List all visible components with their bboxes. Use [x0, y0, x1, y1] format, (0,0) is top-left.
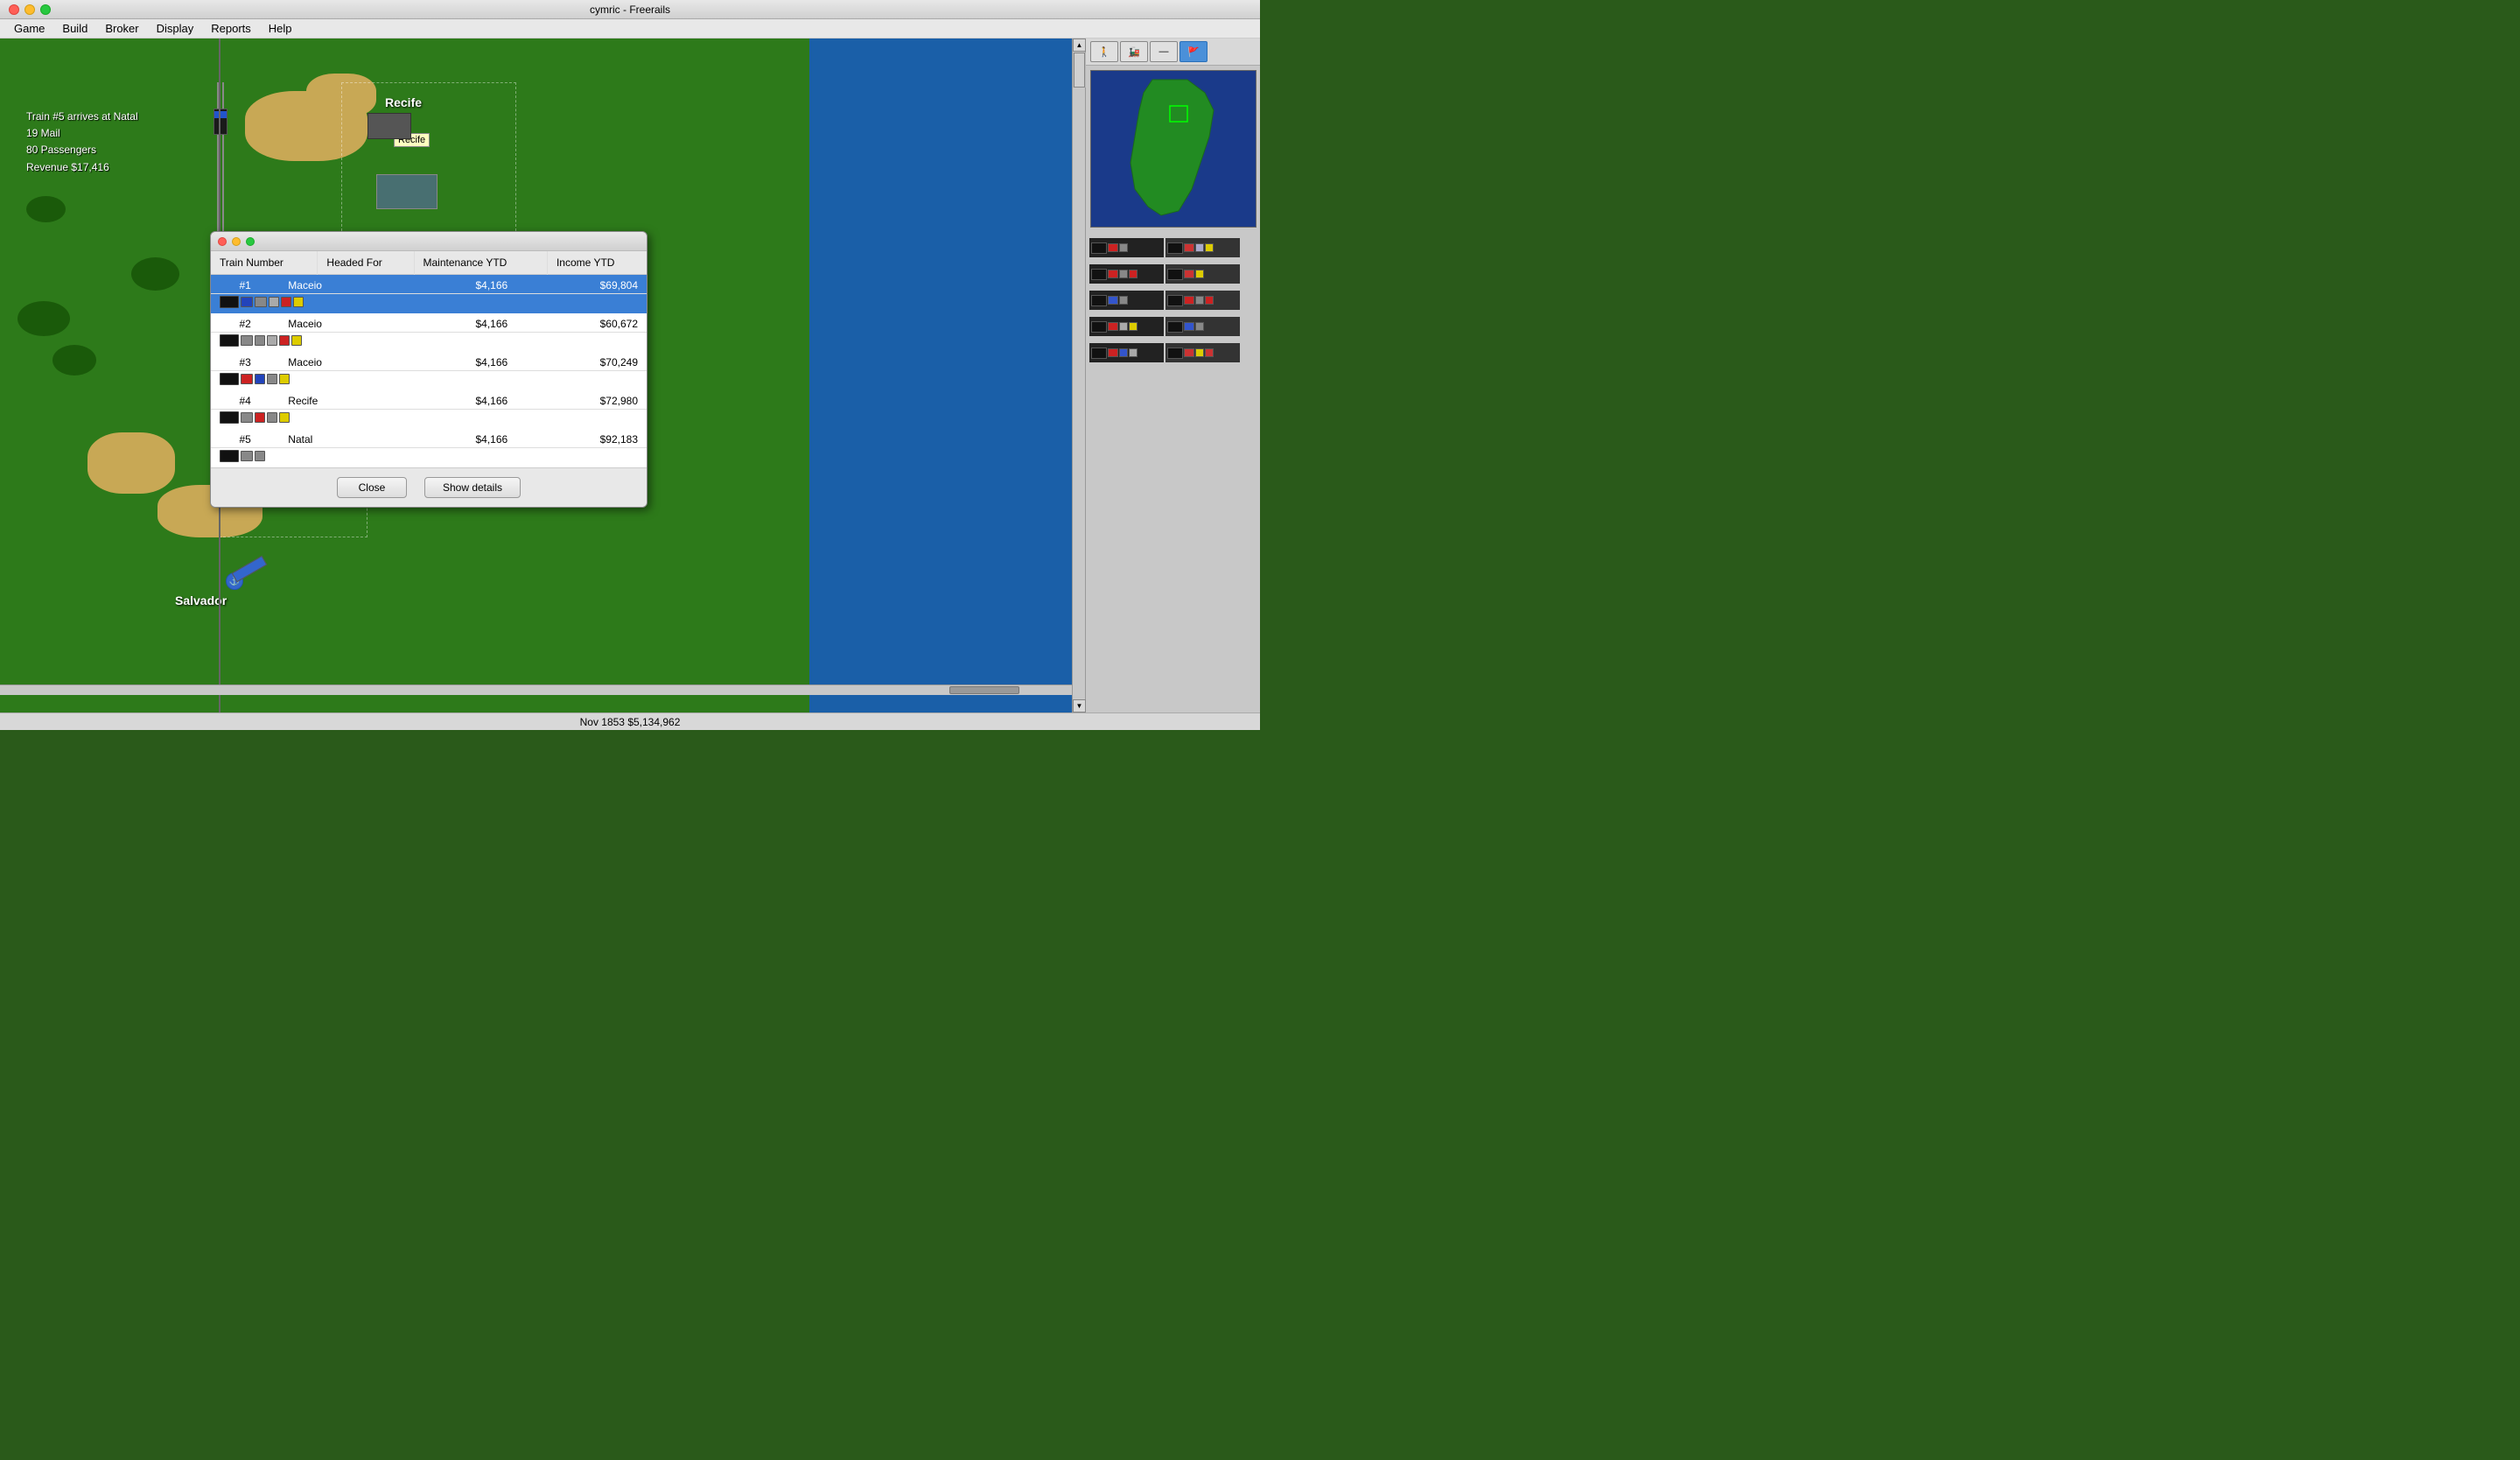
train-thumb-row-4	[1089, 314, 1256, 339]
statusbar: Nov 1853 $5,134,962	[0, 712, 1260, 730]
terrain-forest	[18, 301, 70, 336]
train-thumb-2b	[1166, 264, 1240, 284]
train-table: Train Number Headed For Maintenance YTD …	[211, 251, 647, 275]
minimap-btn-walk[interactable]: 🚶	[1090, 41, 1118, 62]
col-maintenance: Maintenance YTD	[414, 251, 547, 275]
train-thumb-4b	[1166, 317, 1240, 336]
recife-buildings	[368, 113, 411, 139]
dialog-close-light[interactable]	[218, 237, 227, 246]
train-thumb-row-1	[1089, 235, 1256, 260]
col-headed-for: Headed For	[318, 251, 414, 275]
minimap-map	[1109, 75, 1240, 220]
right-panel: 🚶 🚂 — 🚩	[1085, 39, 1260, 712]
minimap-btn-flag[interactable]: 🚩	[1180, 41, 1208, 62]
train-thumb-row-3	[1089, 288, 1256, 312]
train-thumb-5	[1089, 343, 1164, 362]
train-row-3[interactable]: #3 Maceio $4,166 $70,249	[211, 352, 647, 371]
dialog-maximize-light[interactable]	[246, 237, 255, 246]
train-row-4[interactable]: #4 Recife $4,166 $72,980	[211, 390, 647, 410]
col-income: Income YTD	[547, 251, 647, 275]
minimap[interactable]	[1090, 70, 1256, 228]
traffic-lights	[9, 4, 51, 15]
city-recife: Recife	[385, 95, 422, 109]
minimap-btn-train[interactable]: 🚂	[1120, 41, 1148, 62]
menu-reports[interactable]: Reports	[204, 20, 258, 37]
table-scroll-area[interactable]: #1 Maceio $4,166 $69,804 #2 Maceio $4,16…	[211, 275, 647, 467]
h-scroll-thumb[interactable]	[949, 686, 1019, 694]
train-thumb-2	[1089, 264, 1164, 284]
train-thumbnail-panel	[1086, 232, 1260, 370]
terrain-sand-3	[88, 432, 175, 494]
dialog-body: Train Number Headed For Maintenance YTD …	[211, 251, 647, 467]
train-sprite-row-1	[211, 294, 647, 314]
scroll-thumb[interactable]	[1074, 53, 1085, 88]
maximize-button[interactable]	[40, 4, 51, 15]
horizontal-scrollbar[interactable]	[0, 684, 1072, 695]
map-selection-rect	[341, 82, 516, 235]
scroll-down-btn[interactable]: ▼	[1073, 699, 1086, 712]
col-train-number: Train Number	[211, 251, 318, 275]
train-thumb-4	[1089, 317, 1164, 336]
train-thumb-1	[1089, 238, 1164, 257]
menubar: Game Build Broker Display Reports Help	[0, 19, 1260, 39]
menu-build[interactable]: Build	[55, 20, 94, 37]
minimap-toolbar: 🚶 🚂 — 🚩	[1086, 39, 1260, 66]
train-list-dialog: Train Number Headed For Maintenance YTD …	[210, 231, 648, 508]
game-area: Recife Recife Salvador ⚓ Train #5 arrive…	[0, 39, 1260, 712]
train-thumb-3b	[1166, 291, 1240, 310]
close-button[interactable]	[9, 4, 19, 15]
minimize-button[interactable]	[24, 4, 35, 15]
menu-display[interactable]: Display	[150, 20, 201, 37]
notification-line1: Train #5 arrives at Natal	[26, 109, 138, 125]
scroll-track[interactable]	[1073, 53, 1086, 88]
menu-broker[interactable]: Broker	[98, 20, 145, 37]
train-thumb-row-5	[1089, 340, 1256, 365]
train-sprite-row-5	[211, 448, 647, 468]
train-thumb-1b	[1166, 238, 1240, 257]
train-map-view	[376, 174, 438, 209]
table-header: Train Number Headed For Maintenance YTD …	[211, 251, 647, 275]
train-row-1[interactable]: #1 Maceio $4,166 $69,804	[211, 275, 647, 294]
dialog-minimize-light[interactable]	[232, 237, 241, 246]
train-row-2[interactable]: #2 Maceio $4,166 $60,672	[211, 313, 647, 333]
minimap-btn-dash[interactable]: —	[1150, 41, 1178, 62]
train-sprite-row-3	[211, 371, 647, 391]
titlebar: cymric - Freerails	[0, 0, 1260, 19]
close-button[interactable]: Close	[337, 477, 407, 498]
show-details-button[interactable]: Show details	[424, 477, 521, 498]
status-text: Nov 1853 $5,134,962	[580, 716, 681, 728]
train-data-table: #1 Maceio $4,166 $69,804 #2 Maceio $4,16…	[211, 275, 647, 467]
train-thumb-row-2	[1089, 262, 1256, 286]
vertical-scrollbar[interactable]: ▲ ▼	[1072, 39, 1085, 712]
window-title: cymric - Freerails	[590, 4, 670, 16]
dialog-footer: Close Show details	[211, 467, 647, 507]
terrain-forest-4	[26, 196, 66, 222]
menu-game[interactable]: Game	[7, 20, 52, 37]
train-sprite-row-2	[211, 333, 647, 353]
menu-help[interactable]: Help	[262, 20, 299, 37]
train-thumb-5b	[1166, 343, 1240, 362]
train-sprite-row-4	[211, 410, 647, 430]
scroll-up-btn[interactable]: ▲	[1073, 39, 1086, 52]
notification-line2: 19 Mail	[26, 125, 138, 142]
train-sprite-map	[214, 109, 228, 135]
terrain-forest-3	[131, 257, 179, 291]
notification-line4: Revenue $17,416	[26, 159, 138, 176]
notification-line3: 80 Passengers	[26, 142, 138, 158]
train-sprite-map-3	[232, 556, 268, 582]
train-thumb-3	[1089, 291, 1164, 310]
terrain-forest-2	[52, 345, 96, 376]
ocean-water	[809, 39, 1072, 712]
dialog-titlebar	[211, 232, 647, 251]
table-body: #1 Maceio $4,166 $69,804 #2 Maceio $4,16…	[211, 275, 647, 467]
train-row-5[interactable]: #5 Natal $4,166 $92,183	[211, 429, 647, 448]
notification-panel: Train #5 arrives at Natal 19 Mail 80 Pas…	[26, 109, 138, 176]
